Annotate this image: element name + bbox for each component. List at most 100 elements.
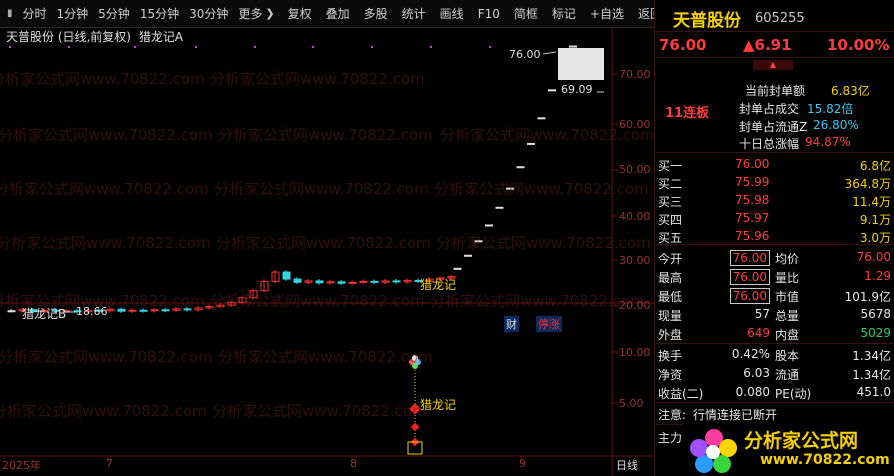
order-row: 买三 75.98 11.4万 [655,191,894,210]
kline-chart[interactable]: 分析家公式网www.70822.com 分析家公式网www.70822.com … [0,28,655,476]
collapse-button[interactable]: ▲ [753,60,793,70]
indicator-b-label: 猎龙记B [22,307,67,321]
candle [485,224,493,227]
mark-button[interactable]: 标记 [547,0,581,28]
candle [569,45,577,48]
candle [282,271,291,280]
stat-row: 外盘 649 内盘 5029 [655,324,894,343]
fundamental-row: 换手 0.42% 股本 1.34亿 [655,345,894,364]
badge-cai: 财 [504,316,519,332]
candle [315,280,324,284]
fund-value: 1.34亿 [852,368,891,382]
fund-value: 6.03 [743,366,770,380]
signal-label: 猎龙记 [420,278,457,292]
menu-icon[interactable]: ▮ [0,0,18,28]
order-price: 75.98 [735,193,770,207]
overlay-button[interactable]: 叠加 [321,0,355,28]
fund-label: 收益(二) [658,387,704,401]
y-axis-label: 60.00 [619,118,651,131]
divider [655,402,894,403]
stat-label: 总量 [775,309,800,323]
candle [506,187,514,190]
y-axis-label: 5.00 [619,397,644,410]
stat-label: 今开 [658,252,683,266]
stat-row: 最高 76.00 量比 1.29 [655,267,894,286]
stat-value: 5029 [860,326,891,340]
price-high-label: 76.00 [509,48,541,61]
y-axis-label: 30.00 [619,254,651,267]
tab-5min[interactable]: 5分钟 [93,0,135,28]
x-axis-label: 7 [106,457,113,470]
stat-row: 今开 76.00 均价 76.00 [655,248,894,267]
add-watchlist-button[interactable]: +自选 [585,0,629,28]
y-axis-label: 50.00 [619,163,651,176]
candle [370,280,379,283]
stat-value: 57 [754,307,770,321]
seal-amount-row: 当前封单额 6.83亿 [655,80,894,99]
stock-code: 605255 [755,11,805,26]
f10-button[interactable]: F10 [473,0,505,28]
stat-label: 最低 [658,290,683,304]
stat-label: 最高 [658,271,683,285]
price-line: 76.00 ▲6.91 10.00% [655,32,894,58]
x-axis-label: 9 [519,457,526,470]
stat-value: 649 [747,326,770,340]
candle [7,310,16,313]
draw-line-button[interactable]: 画线 [435,0,469,28]
seal-ratio-value: 15.82倍 [807,102,854,116]
order-label: 买二 [658,177,683,191]
fund-value: 1.34亿 [852,349,891,363]
adjust-button[interactable]: 复权 [283,0,317,28]
price-mid-label: 69.09 [561,83,593,96]
seal-amount-label: 当前封单额 [745,84,806,98]
candle [150,309,159,312]
logo-text: 分析家公式网 [744,430,859,452]
indicator-a-label: 猎龙记A [138,30,184,44]
price-change: ▲6.91 [743,36,792,54]
stat-label: 量比 [775,271,800,285]
stat-label: 市值 [775,290,800,304]
stat-label: 内盘 [775,328,800,342]
order-label: 买一 [658,159,683,173]
stock-header: 天普股份 605255 [655,0,894,32]
stats-button[interactable]: 统计 [397,0,431,28]
stat-value: 1.29 [864,269,891,283]
order-price: 76.00 [735,157,770,171]
candle [453,267,462,270]
candle [348,281,357,284]
chevron-right-icon[interactable]: ❯ [262,7,278,20]
logo-url: www.70822.com [760,452,890,468]
candle [548,89,556,92]
order-label: 买四 [658,213,683,227]
stat-row: 最低 76.00 市值 101.9亿 [655,286,894,305]
order-row: 买一 76.00 6.8亿 [655,155,894,174]
fund-label: 换手 [658,349,683,363]
tab-1min[interactable]: 1分钟 [52,0,94,28]
period-label[interactable]: 日线 [616,457,638,473]
multi-stock-button[interactable]: 多股 [359,0,393,28]
order-row: 买四 75.97 9.1万 [655,209,894,228]
y-axis-label: 20.00 [619,299,651,312]
stock-name: 天普股份 [673,11,741,31]
seal-float-value: 26.80% [813,118,859,132]
price-low-label: 18.66 [76,305,108,318]
seal-ratio-row: 11连板 封单占成交 15.82倍 [655,98,894,121]
chart-stock-title: 天普股份 (日线,前复权) [6,30,131,44]
fund-label: PE(动) [775,387,812,401]
stat-value: 76.00 [729,288,770,304]
simple-frame-button[interactable]: 简框 [509,0,543,28]
candle [128,309,137,312]
candle [464,254,472,257]
tab-more[interactable]: 更多 [233,0,262,28]
tab-30min[interactable]: 30分钟 [184,0,233,28]
tab-15min[interactable]: 15分钟 [135,0,184,28]
fundamental-row: 收益(二) 0.080 PE(动) 451.0 [655,383,894,402]
candle [139,309,148,312]
candle [117,308,126,312]
candle [495,206,504,209]
order-volume: 364.8万 [844,177,891,191]
tab-intraday[interactable]: 分时 [18,0,52,28]
fund-value: 0.42% [731,347,770,361]
ten-day-value: 94.87% [805,135,851,149]
y-axis-label: 10.00 [619,346,651,359]
